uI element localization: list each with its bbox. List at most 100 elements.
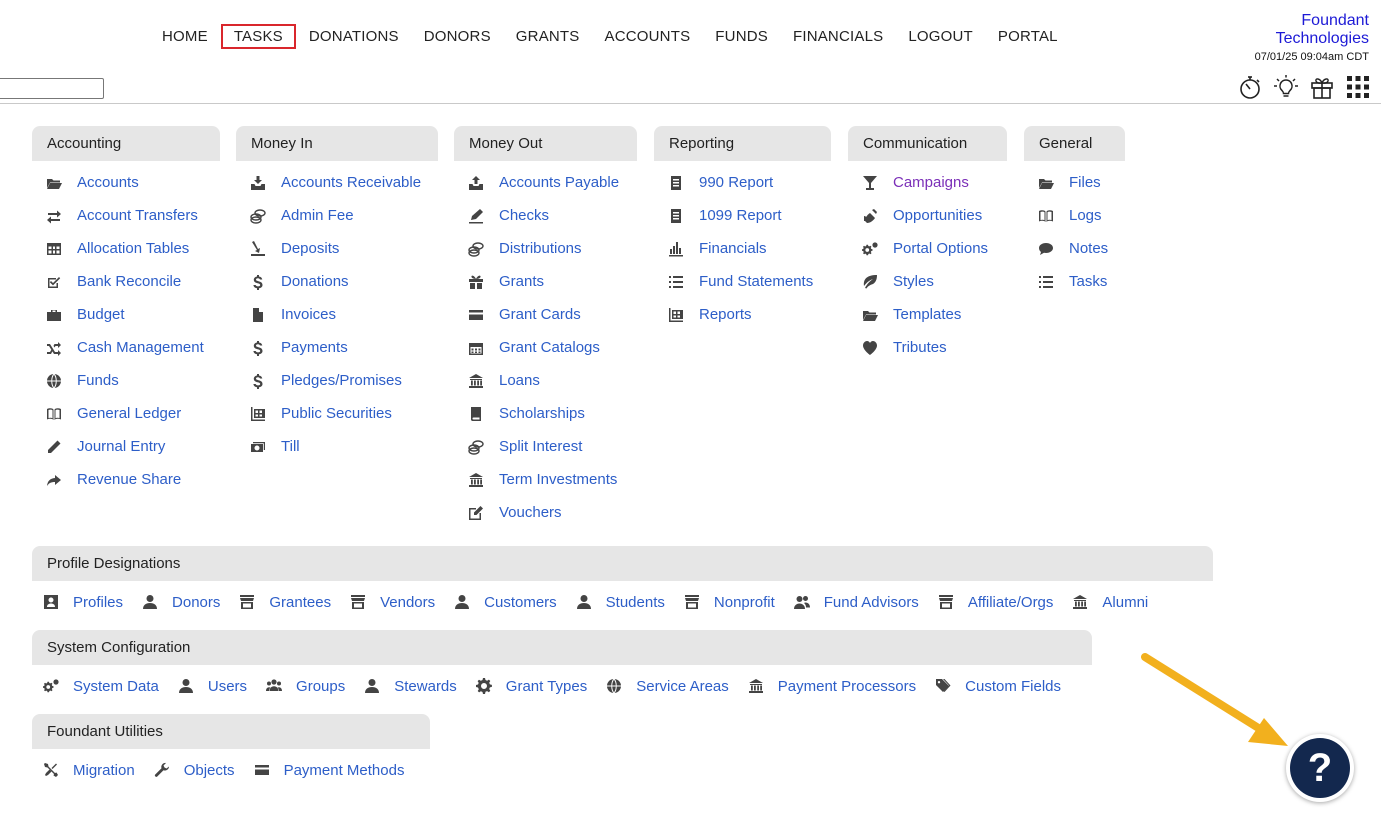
menu-item-accounts-payable[interactable]: Accounts Payable — [467, 166, 619, 199]
menu-item-label[interactable]: Objects — [184, 762, 235, 779]
menu-item-system-data[interactable]: System Data — [42, 677, 159, 695]
menu-item-styles[interactable]: Styles — [861, 265, 988, 298]
menu-item-label[interactable]: Invoices — [281, 306, 336, 323]
nav-grants[interactable]: GRANTS — [504, 24, 592, 49]
menu-item-label[interactable]: Payment Methods — [284, 762, 405, 779]
menu-item-split-interest[interactable]: Split Interest — [467, 430, 619, 463]
menu-item-loans[interactable]: Loans — [467, 364, 619, 397]
menu-item-label[interactable]: Checks — [499, 207, 549, 224]
menu-item-payment-methods[interactable]: Payment Methods — [253, 761, 405, 779]
menu-item-students[interactable]: Students — [575, 593, 665, 611]
menu-item-service-areas[interactable]: Service Areas — [605, 677, 729, 695]
menu-item-label[interactable]: Grant Cards — [499, 306, 581, 323]
menu-item-grant-cards[interactable]: Grant Cards — [467, 298, 619, 331]
menu-item-label[interactable]: Nonprofit — [714, 594, 775, 611]
search-input[interactable] — [0, 78, 104, 99]
menu-item-label[interactable]: Till — [281, 438, 300, 455]
menu-item-till[interactable]: Till — [249, 430, 421, 463]
nav-tasks[interactable]: TASKS — [220, 23, 296, 49]
menu-item-notes[interactable]: Notes — [1037, 232, 1108, 265]
menu-item-distributions[interactable]: Distributions — [467, 232, 619, 265]
menu-item-objects[interactable]: Objects — [153, 761, 235, 779]
menu-item-invoices[interactable]: Invoices — [249, 298, 421, 331]
menu-item-label[interactable]: Groups — [296, 678, 345, 695]
menu-item-payment-processors[interactable]: Payment Processors — [747, 677, 916, 695]
menu-item-label[interactable]: Pledges/Promises — [281, 372, 402, 389]
menu-item-label[interactable]: Split Interest — [499, 438, 582, 455]
menu-item-label[interactable]: Accounts Payable — [499, 174, 619, 191]
nav-logout[interactable]: LOGOUT — [896, 24, 985, 49]
nav-accounts[interactable]: ACCOUNTS — [593, 24, 703, 49]
menu-item-label[interactable]: Term Investments — [499, 471, 617, 488]
menu-item-payments[interactable]: Payments — [249, 331, 421, 364]
nav-donors[interactable]: DONORS — [412, 24, 503, 49]
menu-item-revenue-share[interactable]: Revenue Share — [45, 463, 204, 496]
nav-portal[interactable]: PORTAL — [986, 24, 1070, 49]
nav-financials[interactable]: FINANCIALS — [781, 24, 895, 49]
menu-item-label[interactable]: Alumni — [1102, 594, 1148, 611]
menu-item-label[interactable]: Templates — [893, 306, 961, 323]
menu-item-label[interactable]: Grant Types — [506, 678, 587, 695]
menu-item-label[interactable]: Notes — [1069, 240, 1108, 257]
menu-item-label[interactable]: Loans — [499, 372, 540, 389]
nav-funds[interactable]: FUNDS — [703, 24, 780, 49]
menu-item-financials[interactable]: Financials — [667, 232, 813, 265]
menu-item-label[interactable]: Accounts Receivable — [281, 174, 421, 191]
menu-item-checks[interactable]: Checks — [467, 199, 619, 232]
menu-item-label[interactable]: Students — [606, 594, 665, 611]
menu-item-label[interactable]: Distributions — [499, 240, 582, 257]
nav-home[interactable]: HOME — [150, 24, 220, 49]
menu-item-fund-statements[interactable]: Fund Statements — [667, 265, 813, 298]
menu-item-label[interactable]: Campaigns — [893, 174, 969, 191]
menu-item-label[interactable]: Revenue Share — [77, 471, 181, 488]
menu-item-label[interactable]: Grantees — [269, 594, 331, 611]
menu-item-bank-reconcile[interactable]: Bank Reconcile — [45, 265, 204, 298]
menu-item-label[interactable]: Files — [1069, 174, 1101, 191]
menu-item-opportunities[interactable]: Opportunities — [861, 199, 988, 232]
menu-item-label[interactable]: 990 Report — [699, 174, 773, 191]
menu-item-label[interactable]: Tributes — [893, 339, 947, 356]
menu-item-tasks[interactable]: Tasks — [1037, 265, 1108, 298]
menu-item-customers[interactable]: Customers — [453, 593, 557, 611]
menu-item-admin-fee[interactable]: Admin Fee — [249, 199, 421, 232]
menu-item-funds[interactable]: Funds — [45, 364, 204, 397]
stopwatch-icon[interactable] — [1237, 74, 1263, 105]
menu-item-term-investments[interactable]: Term Investments — [467, 463, 619, 496]
menu-item-label[interactable]: Customers — [484, 594, 557, 611]
menu-item-label[interactable]: Reports — [699, 306, 752, 323]
menu-item-campaigns[interactable]: Campaigns — [861, 166, 988, 199]
menu-item-label[interactable]: System Data — [73, 678, 159, 695]
menu-item-public-securities[interactable]: Public Securities — [249, 397, 421, 430]
menu-item-files[interactable]: Files — [1037, 166, 1108, 199]
menu-item-label[interactable]: Funds — [77, 372, 119, 389]
menu-item-label[interactable]: Service Areas — [636, 678, 729, 695]
menu-item-label[interactable]: Payment Processors — [778, 678, 916, 695]
menu-item-deposits[interactable]: Deposits — [249, 232, 421, 265]
menu-item-tributes[interactable]: Tributes — [861, 331, 988, 364]
menu-item-label[interactable]: Bank Reconcile — [77, 273, 181, 290]
menu-item-affiliate-orgs[interactable]: Affiliate/Orgs — [937, 593, 1054, 611]
menu-item-journal-entry[interactable]: Journal Entry — [45, 430, 204, 463]
apps-grid-icon[interactable] — [1345, 74, 1371, 105]
menu-item-label[interactable]: Affiliate/Orgs — [968, 594, 1054, 611]
menu-item-alumni[interactable]: Alumni — [1071, 593, 1148, 611]
menu-item-label[interactable]: Donations — [281, 273, 349, 290]
menu-item-label[interactable]: Logs — [1069, 207, 1102, 224]
menu-item-label[interactable]: Custom Fields — [965, 678, 1061, 695]
menu-item-label[interactable]: Accounts — [77, 174, 139, 191]
menu-item-users[interactable]: Users — [177, 677, 247, 695]
menu-item-label[interactable]: Admin Fee — [281, 207, 354, 224]
menu-item-logs[interactable]: Logs — [1037, 199, 1108, 232]
menu-item-label[interactable]: Financials — [699, 240, 767, 257]
lightbulb-icon[interactable] — [1273, 74, 1299, 105]
menu-item-label[interactable]: Stewards — [394, 678, 457, 695]
menu-item-label[interactable]: Scholarships — [499, 405, 585, 422]
menu-item-reports[interactable]: Reports — [667, 298, 813, 331]
menu-item-cash-management[interactable]: Cash Management — [45, 331, 204, 364]
menu-item-label[interactable]: General Ledger — [77, 405, 181, 422]
help-button[interactable]: ? — [1286, 734, 1354, 802]
menu-item-portal-options[interactable]: Portal Options — [861, 232, 988, 265]
menu-item-vendors[interactable]: Vendors — [349, 593, 435, 611]
menu-item-label[interactable]: Users — [208, 678, 247, 695]
menu-item-label[interactable]: Vendors — [380, 594, 435, 611]
